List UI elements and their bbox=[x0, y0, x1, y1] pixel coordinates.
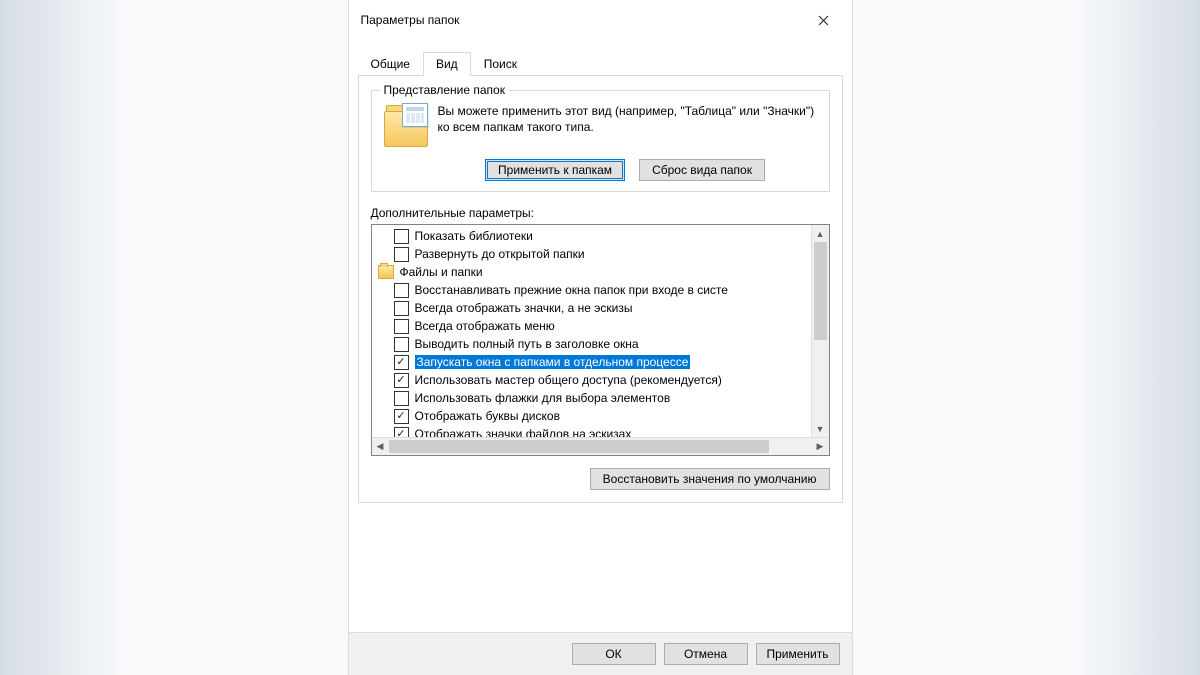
checkbox[interactable] bbox=[394, 283, 409, 298]
dialog-footer: ОК Отмена Применить bbox=[349, 632, 852, 675]
group-title: Представление папок bbox=[380, 83, 509, 97]
setting-label: Использовать мастер общего доступа (реко… bbox=[415, 373, 722, 387]
setting-label: Отображать значки файлов на эскизах bbox=[415, 427, 632, 437]
setting-item[interactable]: ✓ Отображать буквы дисков bbox=[372, 407, 811, 425]
checkbox[interactable]: ✓ bbox=[394, 373, 409, 388]
advanced-settings-list: Показать библиотеки Развернуть до открыто… bbox=[371, 224, 830, 456]
titlebar: Параметры папок bbox=[349, 0, 852, 40]
setting-label: Использовать флажки для выбора элементов bbox=[415, 391, 671, 405]
scroll-up-icon[interactable]: ▲ bbox=[812, 225, 829, 242]
checkbox[interactable] bbox=[394, 337, 409, 352]
scroll-thumb[interactable] bbox=[814, 242, 827, 340]
reset-folders-button[interactable]: Сброс вида папок bbox=[639, 159, 765, 181]
tab-strip: Общие Вид Поиск bbox=[358, 52, 843, 76]
tab-search[interactable]: Поиск bbox=[471, 52, 530, 75]
vertical-scrollbar[interactable]: ▲ ▼ bbox=[811, 225, 829, 437]
folder-icon bbox=[378, 265, 394, 279]
scroll-left-icon[interactable]: ◀ bbox=[372, 438, 389, 455]
checkbox[interactable] bbox=[394, 301, 409, 316]
checkbox[interactable] bbox=[394, 319, 409, 334]
scroll-down-icon[interactable]: ▼ bbox=[812, 420, 829, 437]
checkbox[interactable] bbox=[394, 229, 409, 244]
setting-label: Запускать окна с папками в отдельном про… bbox=[415, 355, 691, 369]
setting-label: Выводить полный путь в заголовке окна bbox=[415, 337, 639, 351]
tab-general[interactable]: Общие bbox=[358, 52, 423, 75]
setting-item[interactable]: Развернуть до открытой папки bbox=[372, 245, 811, 263]
folder-views-group: Представление папок Вы можете применить … bbox=[371, 90, 830, 192]
apply-to-folders-button[interactable]: Применить к папкам bbox=[485, 159, 625, 181]
setting-label: Всегда отображать меню bbox=[415, 319, 555, 333]
checkbox[interactable] bbox=[394, 247, 409, 262]
setting-label: Отображать буквы дисков bbox=[415, 409, 560, 423]
setting-item[interactable]: Использовать флажки для выбора элементов bbox=[372, 389, 811, 407]
setting-item[interactable]: Восстанавливать прежние окна папок при в… bbox=[372, 281, 811, 299]
apply-button[interactable]: Применить bbox=[756, 643, 840, 665]
tab-panel-view: Представление папок Вы можете применить … bbox=[358, 76, 843, 503]
folder-view-icon bbox=[384, 105, 426, 147]
scroll-right-icon[interactable]: ▶ bbox=[812, 438, 829, 455]
setting-label: Файлы и папки bbox=[400, 265, 483, 279]
setting-label: Всегда отображать значки, а не эскизы bbox=[415, 301, 633, 315]
hscroll-thumb[interactable] bbox=[389, 440, 770, 453]
setting-item[interactable]: Показать библиотеки bbox=[372, 227, 811, 245]
checkbox[interactable]: ✓ bbox=[394, 355, 409, 370]
setting-label: Показать библиотеки bbox=[415, 229, 533, 243]
ok-button[interactable]: ОК bbox=[572, 643, 656, 665]
setting-item[interactable]: Всегда отображать значки, а не эскизы bbox=[372, 299, 811, 317]
setting-item[interactable]: ✓ Отображать значки файлов на эскизах bbox=[372, 425, 811, 437]
close-button[interactable] bbox=[804, 8, 844, 32]
restore-defaults-button[interactable]: Восстановить значения по умолчанию bbox=[590, 468, 830, 490]
horizontal-scrollbar[interactable]: ◀ ▶ bbox=[372, 437, 829, 455]
checkbox[interactable]: ✓ bbox=[394, 409, 409, 424]
folder-options-dialog: Параметры папок Общие Вид Поиск Представ… bbox=[348, 0, 853, 675]
setting-label: Развернуть до открытой папки bbox=[415, 247, 585, 261]
cancel-button[interactable]: Отмена bbox=[664, 643, 748, 665]
checkbox[interactable] bbox=[394, 391, 409, 406]
setting-item[interactable]: Всегда отображать меню bbox=[372, 317, 811, 335]
setting-item[interactable]: ✓ Запускать окна с папками в отдельном пр… bbox=[372, 353, 811, 371]
window-title: Параметры папок bbox=[361, 13, 460, 27]
setting-item[interactable]: ✓ Использовать мастер общего доступа (рек… bbox=[372, 371, 811, 389]
setting-item[interactable]: Выводить полный путь в заголовке окна bbox=[372, 335, 811, 353]
checkbox[interactable]: ✓ bbox=[394, 427, 409, 438]
tree-group-header: Файлы и папки bbox=[372, 263, 811, 281]
advanced-settings-label: Дополнительные параметры: bbox=[371, 206, 830, 220]
tab-view[interactable]: Вид bbox=[423, 52, 471, 76]
group-description: Вы можете применить этот вид (например, … bbox=[438, 103, 819, 147]
setting-label: Восстанавливать прежние окна папок при в… bbox=[415, 283, 728, 297]
